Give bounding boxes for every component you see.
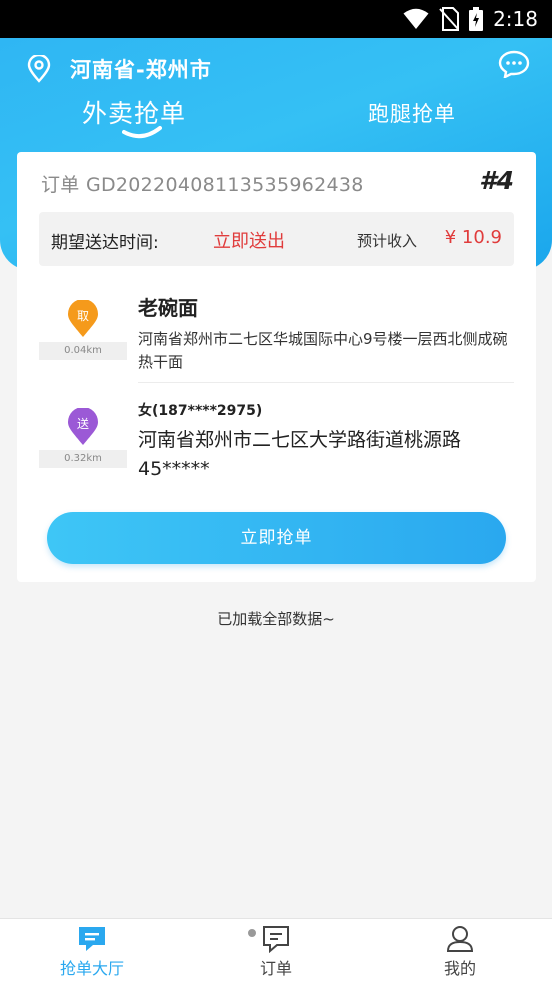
nav-label-mine: 我的: [443, 959, 476, 978]
customer-contact: 女(187****2975): [138, 403, 263, 419]
divider: [138, 382, 514, 383]
no-sim-icon: [439, 7, 460, 31]
nav-item-mine[interactable]: 我的: [400, 925, 520, 979]
nav-label-orders: 订单: [259, 959, 292, 978]
orders-icon: [263, 926, 289, 953]
delivery-distance: 0.32km: [39, 450, 127, 468]
customer-address: 河南省郑州市二七区大学路街道桃源路45*****: [138, 429, 462, 480]
wifi-icon: [403, 8, 429, 29]
shop-name: 老碗面: [138, 296, 198, 320]
expected-time-label: 期望送达时间:: [51, 233, 159, 253]
order-index: #4: [479, 166, 514, 195]
user-icon: [446, 926, 474, 952]
all-loaded-note: 已加载全部数据~: [217, 610, 335, 628]
pickup-pin-icon: 取: [67, 299, 99, 338]
status-icons: 2:18: [403, 6, 538, 32]
tab-errand[interactable]: 跑腿抢单: [368, 98, 456, 128]
hall-icon: [79, 927, 105, 951]
grab-order-button[interactable]: 立即抢单: [47, 512, 506, 564]
pickup-badge: 取: [76, 309, 89, 323]
bottom-nav: 抢单大厅 订单 我的: [0, 918, 552, 982]
message-icon[interactable]: [498, 50, 530, 78]
location-label: 河南省-郑州市: [70, 58, 212, 82]
delivery-info-box: 期望送达时间: 立即送出 预计收入 ¥ 10.9: [39, 212, 514, 266]
delivery-badge: 送: [76, 417, 89, 431]
nav-item-hall[interactable]: 抢单大厅: [32, 925, 152, 979]
nav-item-orders[interactable]: 订单: [216, 925, 336, 979]
order-number: 订单 GD20220408113535962438: [41, 174, 364, 196]
pickup-distance: 0.04km: [39, 342, 127, 360]
active-tab-indicator: [122, 126, 162, 139]
expected-time-value: 立即送出: [213, 231, 285, 252]
location-pin-icon: [27, 55, 51, 83]
location-selector[interactable]: 河南省-郑州市: [26, 54, 212, 84]
income-label: 预计收入: [357, 232, 418, 250]
status-bar: 2:18: [0, 0, 552, 38]
income-value: ¥ 10.9: [444, 227, 502, 248]
nav-label-hall: 抢单大厅: [59, 959, 124, 978]
status-time: 2:18: [493, 7, 538, 31]
battery-charging-icon: [469, 7, 484, 31]
order-card: 订单 GD20220408113535962438 #4 期望送达时间: 立即送…: [17, 152, 536, 582]
delivery-pin-icon: 送: [67, 407, 99, 446]
shop-address: 河南省郑州市二七区华城国际中心9号楼一层西北侧成碗热干面: [138, 330, 508, 371]
